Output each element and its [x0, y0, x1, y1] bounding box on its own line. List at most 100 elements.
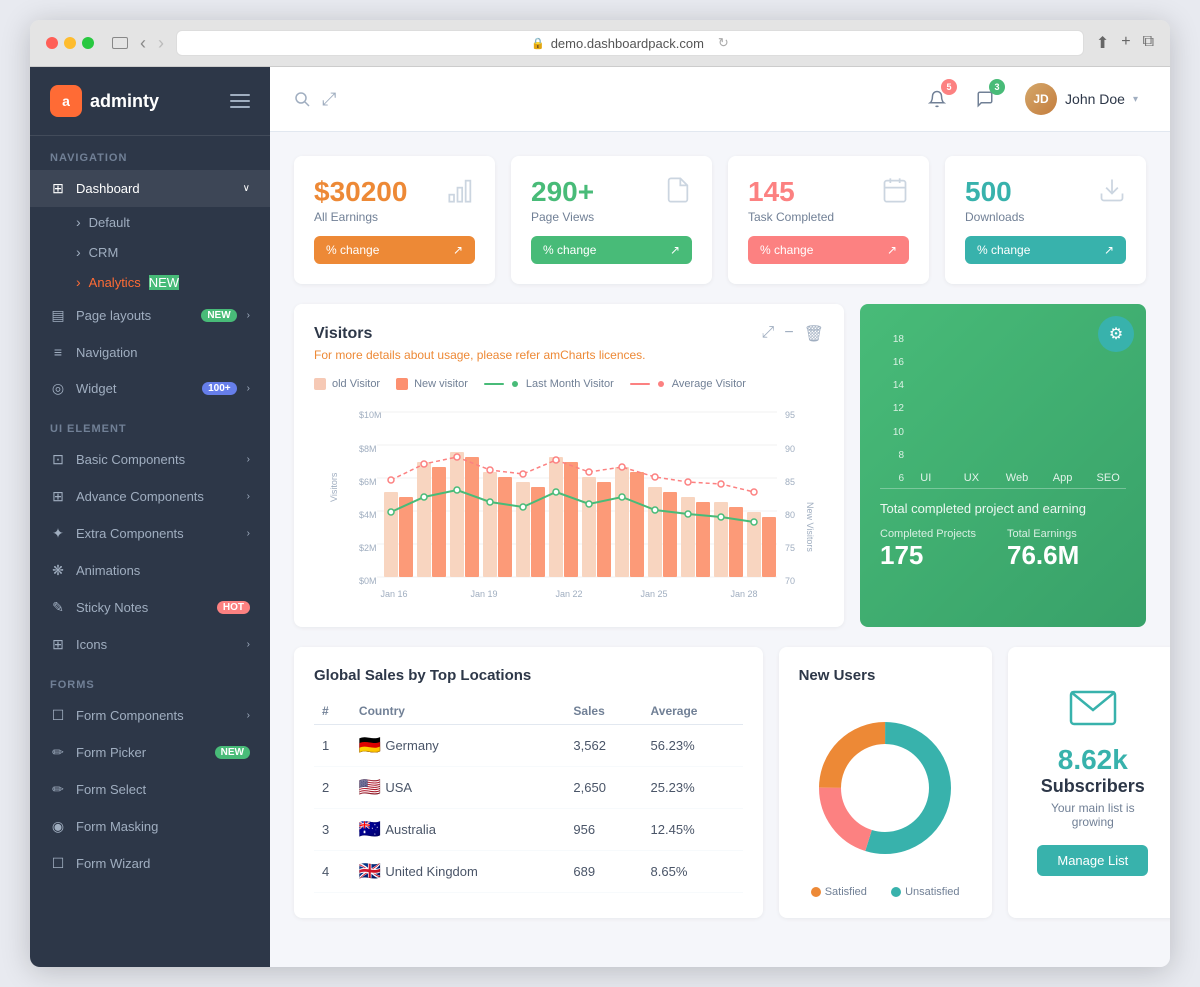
- legend-average: Average Visitor: [630, 378, 746, 390]
- sidebar-item-form-masking[interactable]: ◉ Form Masking: [30, 808, 270, 845]
- earnings-icon: [447, 176, 475, 211]
- sidebar-subitem-default[interactable]: Default: [30, 207, 270, 237]
- duplicate-tab-icon[interactable]: ⧉: [1143, 33, 1154, 53]
- chart-legend: old Visitor New visitor Last Month Visit…: [314, 378, 824, 390]
- svg-text:75: 75: [785, 543, 795, 553]
- svg-text:Jan 28: Jan 28: [730, 589, 757, 599]
- chevron-right-icon-2: ›: [247, 383, 250, 394]
- sidebar-subitem-analytics[interactable]: Analytics NEW: [30, 267, 270, 297]
- sales-title: Global Sales by Top Locations: [314, 667, 743, 684]
- subscribers-sublabel: Your main list is growing: [1032, 801, 1154, 829]
- row-avg: 12.45%: [643, 809, 743, 851]
- browser-forward-button[interactable]: ›: [158, 33, 164, 54]
- svg-text:Jan 22: Jan 22: [555, 589, 582, 599]
- sidebar-item-icons[interactable]: ⊞ Icons ›: [30, 626, 270, 663]
- page-layouts-badge: NEW: [201, 309, 236, 322]
- svg-text:$2M: $2M: [359, 543, 377, 553]
- browser-sidebar-icon[interactable]: [112, 37, 128, 49]
- browser-back-button[interactable]: ‹: [140, 33, 146, 54]
- row-num: 1: [314, 725, 351, 767]
- url-bar[interactable]: 🔒 demo.dashboardpack.com ↻: [176, 30, 1084, 56]
- sidebar-section-ui-element: UI Element: [30, 407, 270, 441]
- minimize-icon[interactable]: −: [784, 324, 793, 344]
- notifications-button[interactable]: 5: [921, 83, 953, 115]
- sidebar-item-form-components[interactable]: ☐ Form Components ›: [30, 697, 270, 734]
- earnings-panel-label: Total Earnings: [1007, 528, 1126, 540]
- fullscreen-icon[interactable]: ⤢: [762, 324, 775, 344]
- share-icon[interactable]: ⬆: [1096, 33, 1109, 53]
- browser-toolbar: ‹ › 🔒 demo.dashboardpack.com ↻ ⬆ + ⧉: [30, 20, 1170, 67]
- header-icons: 5 3 JD John Doe ▾: [921, 79, 1146, 119]
- earnings-change-button[interactable]: % change ↗: [314, 236, 475, 264]
- sidebar-item-form-wizard[interactable]: ☐ Form Wizard: [30, 845, 270, 882]
- sidebar-item-form-masking-label: Form Masking: [76, 819, 250, 834]
- row-country: 🇺🇸USA: [351, 767, 565, 809]
- legend-old-visitor: old Visitor: [314, 378, 380, 390]
- col-average: Average: [643, 698, 743, 725]
- minimize-window-button[interactable]: [64, 37, 76, 49]
- user-menu-button[interactable]: JD John Doe ▾: [1017, 79, 1146, 119]
- bar-chart: UI UX Web: [908, 334, 1126, 484]
- row-country: 🇦🇺Australia: [351, 809, 565, 851]
- delete-icon[interactable]: 🗑: [804, 324, 824, 344]
- sidebar-item-sticky-notes[interactable]: ✎ Sticky Notes HOT: [30, 589, 270, 626]
- sidebar-item-icons-label: Icons: [76, 637, 237, 652]
- maximize-window-button[interactable]: [82, 37, 94, 49]
- card-actions: ⤢ − 🗑: [762, 324, 824, 344]
- sidebar-item-basic-components[interactable]: ⊡ Basic Components ›: [30, 441, 270, 478]
- completed-projects-stat: Completed Projects 175: [880, 528, 999, 571]
- new-tab-icon[interactable]: +: [1121, 33, 1130, 53]
- svg-text:Jan 25: Jan 25: [640, 589, 667, 599]
- downloads-change-button[interactable]: % change ↗: [965, 236, 1126, 264]
- tasks-change-button[interactable]: % change ↗: [748, 236, 909, 264]
- expand-icon[interactable]: ⤢: [322, 89, 336, 110]
- app-layout: a adminty Navigation ⊞ Dashboard ∨ Defau…: [30, 67, 1170, 967]
- sidebar-item-sticky-notes-label: Sticky Notes: [76, 600, 207, 615]
- tasks-icon: [881, 176, 909, 211]
- form-wizard-icon: ☐: [50, 855, 66, 872]
- table-row: 3 🇦🇺Australia 956 12.45%: [314, 809, 743, 851]
- svg-text:90: 90: [785, 444, 795, 454]
- chevron-down-icon: ∨: [243, 183, 250, 194]
- lock-icon: 🔒: [531, 37, 545, 50]
- advance-components-icon: ⊞: [50, 488, 66, 505]
- green-panel-title: Total completed project and earning: [880, 501, 1126, 516]
- arrow-up-icon-3: ↗: [887, 243, 897, 257]
- manage-list-button[interactable]: Manage List: [1037, 845, 1148, 876]
- sidebar-item-navigation[interactable]: ≡ Navigation: [30, 334, 270, 370]
- analytics-badge: NEW: [149, 275, 179, 290]
- visitors-card: Visitors ⤢ − 🗑 For more details about us…: [294, 304, 844, 627]
- chevron-right-icon-7: ›: [247, 710, 250, 721]
- sidebar-item-advance-components[interactable]: ⊞ Advance Components ›: [30, 478, 270, 515]
- reload-icon[interactable]: ↻: [718, 35, 729, 51]
- stat-card-pageviews: 290+ Page Views % change ↗: [511, 156, 712, 284]
- sidebar-item-widget[interactable]: ◎ Widget 100+ ›: [30, 370, 270, 407]
- sidebar-item-form-select-label: Form Select: [76, 782, 250, 797]
- messages-button[interactable]: 3: [969, 83, 1001, 115]
- pageviews-change-button[interactable]: % change ↗: [531, 236, 692, 264]
- basic-components-icon: ⊡: [50, 451, 66, 468]
- sidebar-item-page-layouts[interactable]: ▤ Page layouts NEW ›: [30, 297, 270, 334]
- arrow-up-icon-2: ↗: [670, 243, 680, 257]
- sidebar-item-extra-components-label: Extra Components: [76, 526, 237, 541]
- sidebar-item-animations[interactable]: ❋ Animations: [30, 552, 270, 589]
- close-window-button[interactable]: [46, 37, 58, 49]
- sidebar-toggle-button[interactable]: [230, 90, 250, 112]
- amcharts-link[interactable]: amCharts: [543, 348, 595, 362]
- sidebar-item-form-picker[interactable]: ✏ Form Picker NEW: [30, 734, 270, 771]
- new-users-title: New Users: [799, 667, 972, 684]
- sidebar-item-form-select[interactable]: ✏ Form Select: [30, 771, 270, 808]
- bar-app: App: [1045, 468, 1081, 484]
- flag-au: 🇦🇺: [359, 819, 381, 840]
- chevron-right-icon: ›: [247, 310, 250, 321]
- notification-count: 5: [941, 79, 957, 95]
- form-picker-badge: NEW: [215, 746, 250, 759]
- sidebar-subitem-crm[interactable]: CRM: [30, 237, 270, 267]
- chevron-right-icon-3: ›: [247, 454, 250, 465]
- sidebar-item-dashboard[interactable]: ⊞ Dashboard ∨: [30, 170, 270, 207]
- sidebar-item-extra-components[interactable]: ✦ Extra Components ›: [30, 515, 270, 552]
- search-icon[interactable]: [294, 91, 310, 107]
- stat-card-tasks: 145 Task Completed % change ↗: [728, 156, 929, 284]
- old-visitor-color: [314, 378, 326, 390]
- downloads-label: Downloads: [965, 210, 1024, 224]
